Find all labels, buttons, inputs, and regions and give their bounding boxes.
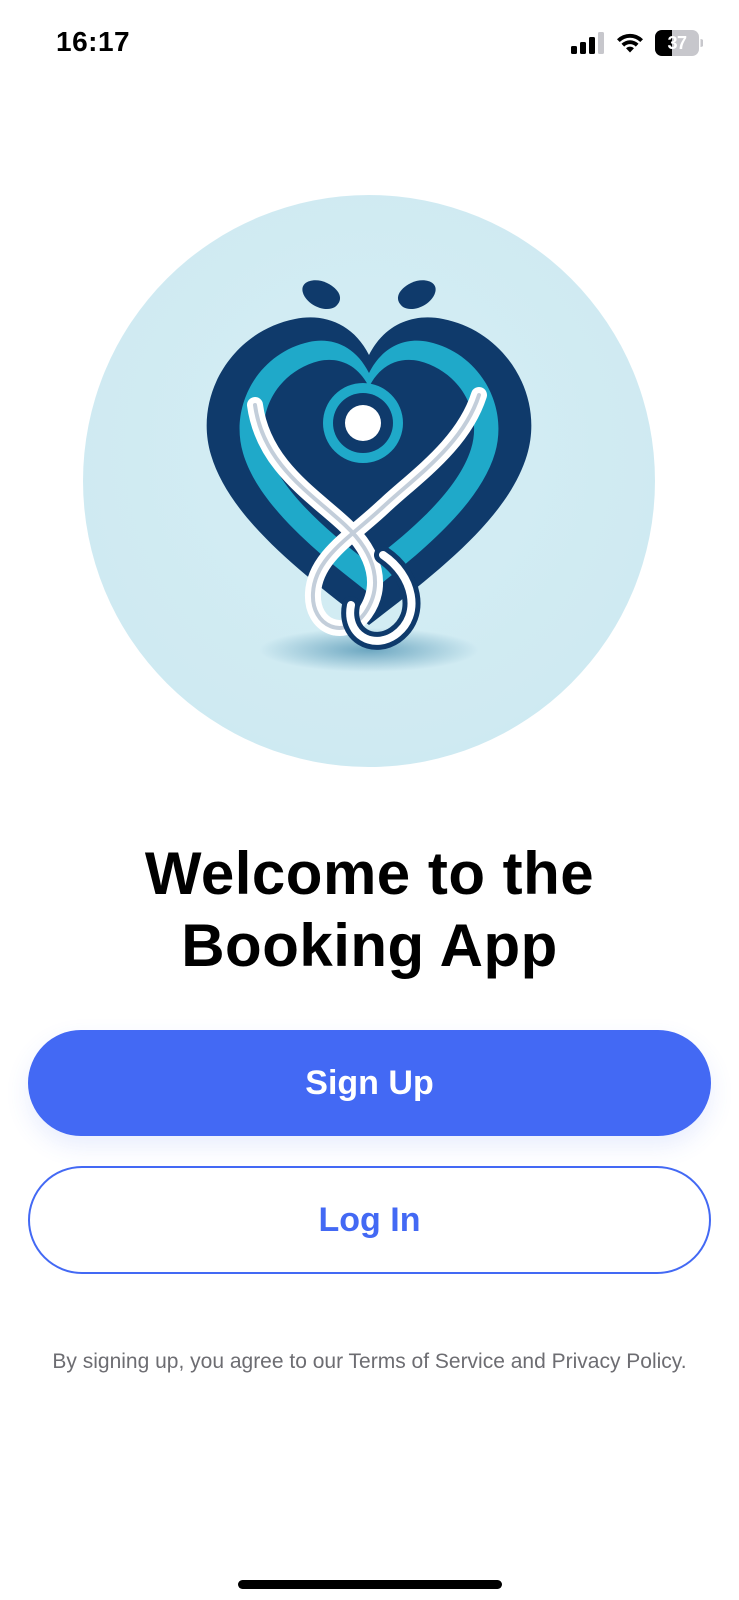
signal-icon — [571, 32, 604, 54]
login-button[interactable]: Log In — [28, 1166, 711, 1274]
battery-indicator: 37 — [655, 30, 703, 56]
welcome-title-line2: Booking App — [181, 912, 558, 979]
welcome-title-line1: Welcome to the — [144, 840, 595, 907]
terms-text: By signing up, you agree to our Terms of… — [52, 1350, 687, 1373]
wifi-icon — [617, 33, 643, 53]
status-time: 16:17 — [56, 26, 131, 57]
welcome-title: Welcome to the Booking App — [0, 838, 739, 982]
status-bar: 16:17 37 — [0, 0, 739, 90]
home-indicator[interactable] — [238, 1580, 502, 1589]
heart-stethoscope-logo-icon — [206, 280, 532, 672]
signup-button[interactable]: Sign Up — [28, 1030, 711, 1136]
battery-level: 37 — [667, 32, 687, 53]
status-icons: 37 — [571, 30, 703, 56]
